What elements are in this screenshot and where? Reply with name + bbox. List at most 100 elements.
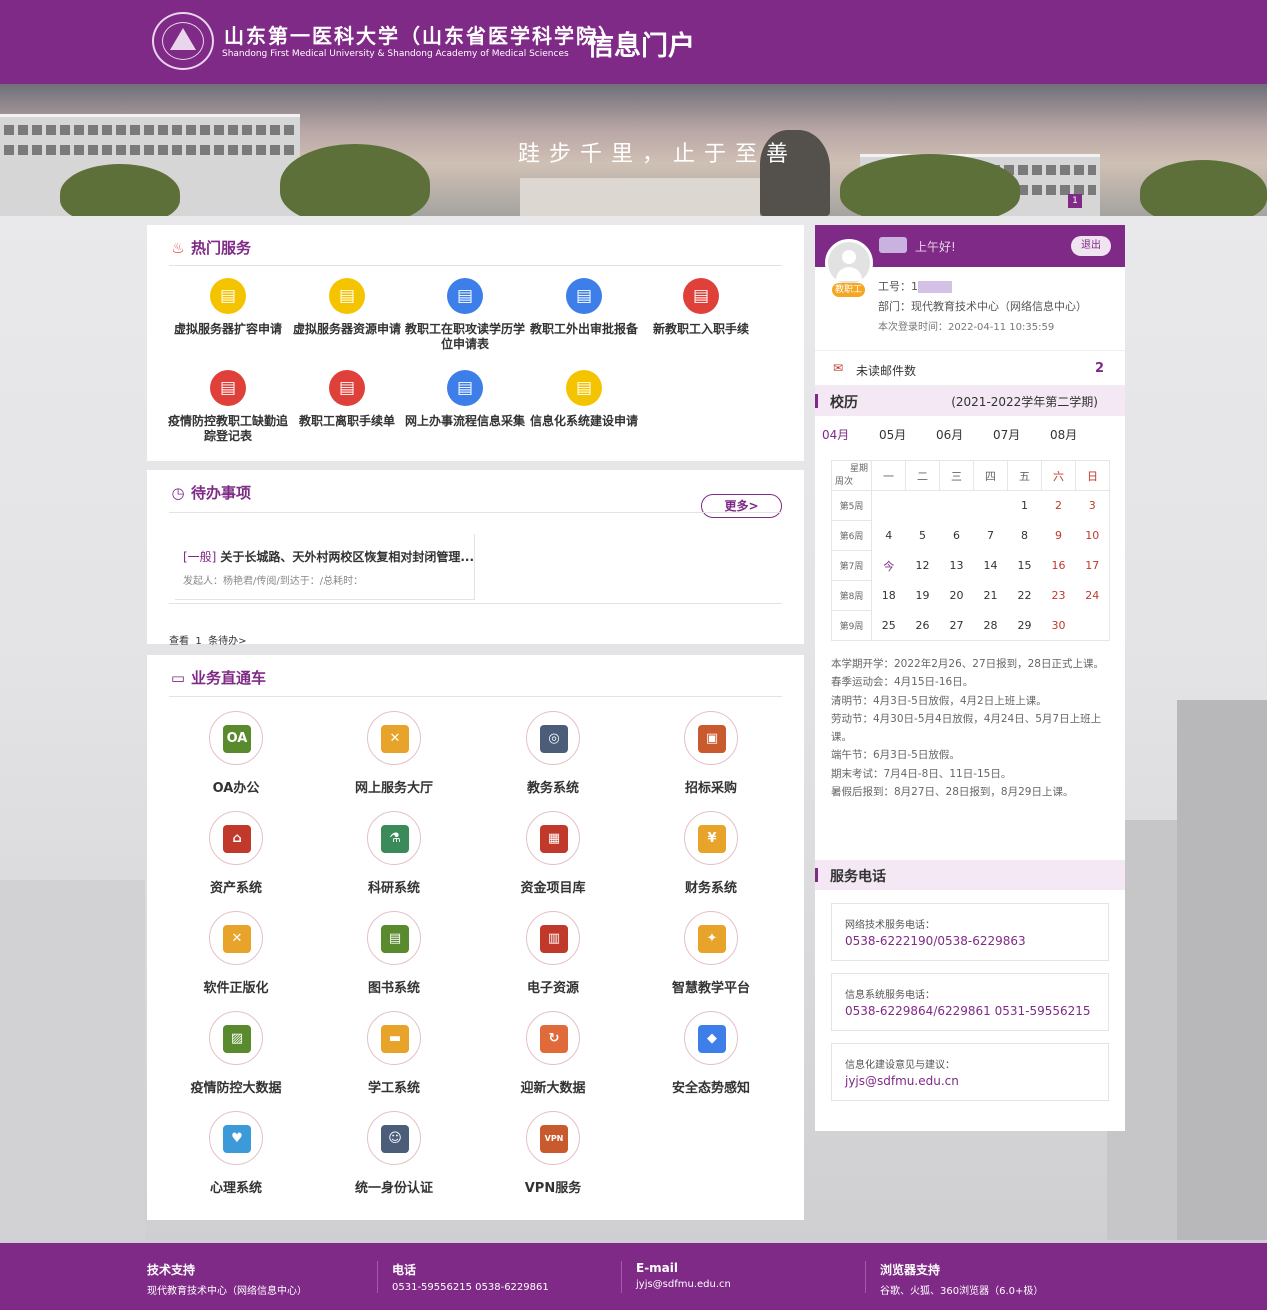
calendar-day[interactable]: 30 [1041,610,1076,641]
hot-service-item[interactable]: ▤ 虚拟服务器扩容申请 [167,278,289,337]
business-item[interactable]: ↻ 迎新大数据 [474,1011,632,1096]
month-tab[interactable]: 05月 [879,426,906,443]
flow-icon: ▤ [447,370,483,406]
footer-column: 电话 0531-59556215 0538-6229861 [392,1261,549,1293]
business-item[interactable]: ⌂ 资产系统 [157,811,315,896]
service-phone-value[interactable]: 0538-6222190/0538-6229863 [845,934,1026,948]
university-seal-logo[interactable] [152,12,214,70]
banner-page-indicator[interactable]: 1 [1068,194,1082,208]
business-label: 电子资源 [526,981,579,996]
calendar-day[interactable]: 12 [906,551,940,581]
footer-value: 0531-59556215 0538-6229861 [392,1282,549,1293]
calendar-day[interactable]: 9 [1042,521,1076,551]
vpn-icon: VPN [540,1125,568,1153]
calendar-day[interactable]: 1 [1008,491,1042,521]
avatar[interactable] [825,239,873,287]
service-phone-value[interactable]: jyjs@sdfmu.edu.cn [845,1074,959,1088]
hot-service-item[interactable]: ▤ 教职工离职手续单 [286,370,408,429]
hot-service-label: 虚拟服务器资源申请 [292,322,401,336]
calendar-day[interactable]: 29 [1007,610,1042,641]
business-item[interactable]: ▣ 招标采购 [632,711,790,796]
month-tab[interactable]: 04月 [822,426,849,443]
calendar-day[interactable]: 4 [872,521,906,551]
business-item[interactable]: ✕ 软件正版化 [157,911,315,996]
business-item[interactable]: OA OA办公 [157,711,315,796]
hot-services-title: ♨ 热门服务 [169,237,251,258]
calendar-day[interactable]: 8 [1008,521,1042,551]
banner-gate [520,178,760,216]
calendar-day[interactable]: 16 [1042,551,1076,581]
month-tab[interactable]: 07月 [993,426,1020,443]
business-item[interactable]: ◆ 安全态势感知 [632,1011,790,1096]
footer-column: 浏览器支持 谷歌、火狐、360浏览器（6.0+极） [880,1261,1043,1297]
calendar-day[interactable]: 18 [872,581,906,611]
hot-services-panel: ♨ 热门服务 ▤ 虚拟服务器扩容申请 ▤ 虚拟服务器资源申请 ▤ 教职工在职攻读学历学位申请… [147,225,804,461]
calendar-day[interactable]: 24 [1075,580,1110,611]
logout-button[interactable]: 退出 [1071,236,1111,256]
business-item[interactable]: VPN VPN服务 [474,1111,632,1196]
calendar-day[interactable]: 3 [1075,490,1110,521]
calendar-day[interactable]: 28 [973,610,1008,641]
calendar-notes: 本学期开学：2022年2月26、27日报到，28日正式上课。 春季运动会：4月15… [831,655,1111,801]
week-number: 第7周 [831,550,872,581]
business-item[interactable]: ▬ 学工系统 [315,1011,473,1096]
todo-more-button[interactable]: 更多> [701,494,782,518]
hot-service-item[interactable]: ▤ 教职工在职攻读学历学位申请表 [404,278,526,352]
calendar-day[interactable]: 17 [1075,550,1110,581]
calendar-day[interactable]: 19 [906,581,940,611]
hot-service-item[interactable]: ▤ 新教职工入职手续 [640,278,762,337]
calendar-day[interactable]: 23 [1042,581,1076,611]
calendar-day[interactable]: 21 [974,581,1008,611]
business-label: 迎新大数据 [520,1081,586,1096]
todo-item-meta: 发起人：杨艳君/传阅/到达于：/总耗时： [183,576,364,587]
banner-slogan: 跬步千里，止于至善 [518,142,798,167]
hot-service-item[interactable]: ▤ 疫情防控教职工缺勤追踪登记表 [167,370,289,444]
calendar-day[interactable]: 2 [1042,491,1076,521]
business-label: 招标采购 [684,781,737,796]
business-item[interactable]: ▨ 疫情防控大数据 [157,1011,315,1096]
calendar-day[interactable]: 13 [940,551,974,581]
calendar-day[interactable]: 10 [1075,520,1110,551]
hot-service-label: 疫情防控教职工缺勤追踪登记表 [167,414,288,443]
desk-icon: ▬ [381,1025,409,1053]
business-item[interactable]: ⚗ 科研系统 [315,811,473,896]
hot-service-item[interactable]: ▤ 信息化系统建设申请 [523,370,645,429]
business-item[interactable]: ▦ 资金项目库 [474,811,632,896]
microscope-icon: ⚗ [381,825,409,853]
calendar-day[interactable]: 27 [939,610,974,641]
hot-service-item[interactable]: ▤ 虚拟服务器资源申请 [286,278,408,337]
business-item[interactable]: ✦ 智慧教学平台 [632,911,790,996]
campus-banner[interactable]: 跬步千里，止于至善 1 [0,84,1267,216]
divider [169,696,782,697]
calendar-day[interactable]: 22 [1008,581,1042,611]
month-tab[interactable]: 08月 [1050,426,1077,443]
hot-service-item[interactable]: ▤ 教职工外出审批报备 [523,278,645,337]
calendar-day[interactable]: 15 [1008,551,1042,581]
todo-item[interactable]: [一般] 关于长城路、天外村两校区恢复相对封闭管理... 发起人：杨艳君/传阅/到… [175,534,475,600]
unread-mail-row[interactable]: ✉ 未读邮件数 2 [815,350,1125,386]
business-item[interactable]: ♥ 心理系统 [157,1111,315,1196]
calendar-day[interactable]: 25 [871,610,906,641]
month-tab[interactable]: 06月 [936,426,963,443]
todo-item-title[interactable]: 关于长城路、天外村两校区恢复相对封闭管理... [220,550,474,564]
form-icon: ▤ [447,278,483,314]
calendar-day[interactable]: 26 [905,610,940,641]
calendar-day[interactable]: 6 [940,521,974,551]
business-item[interactable]: ◎ 教务系统 [474,711,632,796]
business-item[interactable]: ▥ 电子资源 [474,911,632,996]
business-item[interactable]: ✕ 网上服务大厅 [315,711,473,796]
calendar-day[interactable]: 今 [872,551,906,581]
todo-footer-link[interactable]: 查看 1 条待办> [169,632,246,647]
business-item[interactable]: ▤ 图书系统 [315,911,473,996]
calendar-day[interactable]: 20 [940,581,974,611]
calendar-day[interactable]: 5 [906,521,940,551]
business-label: 图书系统 [367,981,420,996]
business-item[interactable]: ¥ 财务系统 [632,811,790,896]
service-phone-value[interactable]: 0538-6229864/6229861 0531-59556215 [845,1004,1091,1018]
divider [169,265,782,266]
hot-service-item[interactable]: ▤ 网上办事流程信息采集 [404,370,526,429]
calendar-day[interactable]: 7 [974,521,1008,551]
business-item[interactable]: ☺ 统一身份认证 [315,1111,473,1196]
calendar-day[interactable]: 14 [974,551,1008,581]
business-label: 统一身份认证 [354,1181,433,1196]
